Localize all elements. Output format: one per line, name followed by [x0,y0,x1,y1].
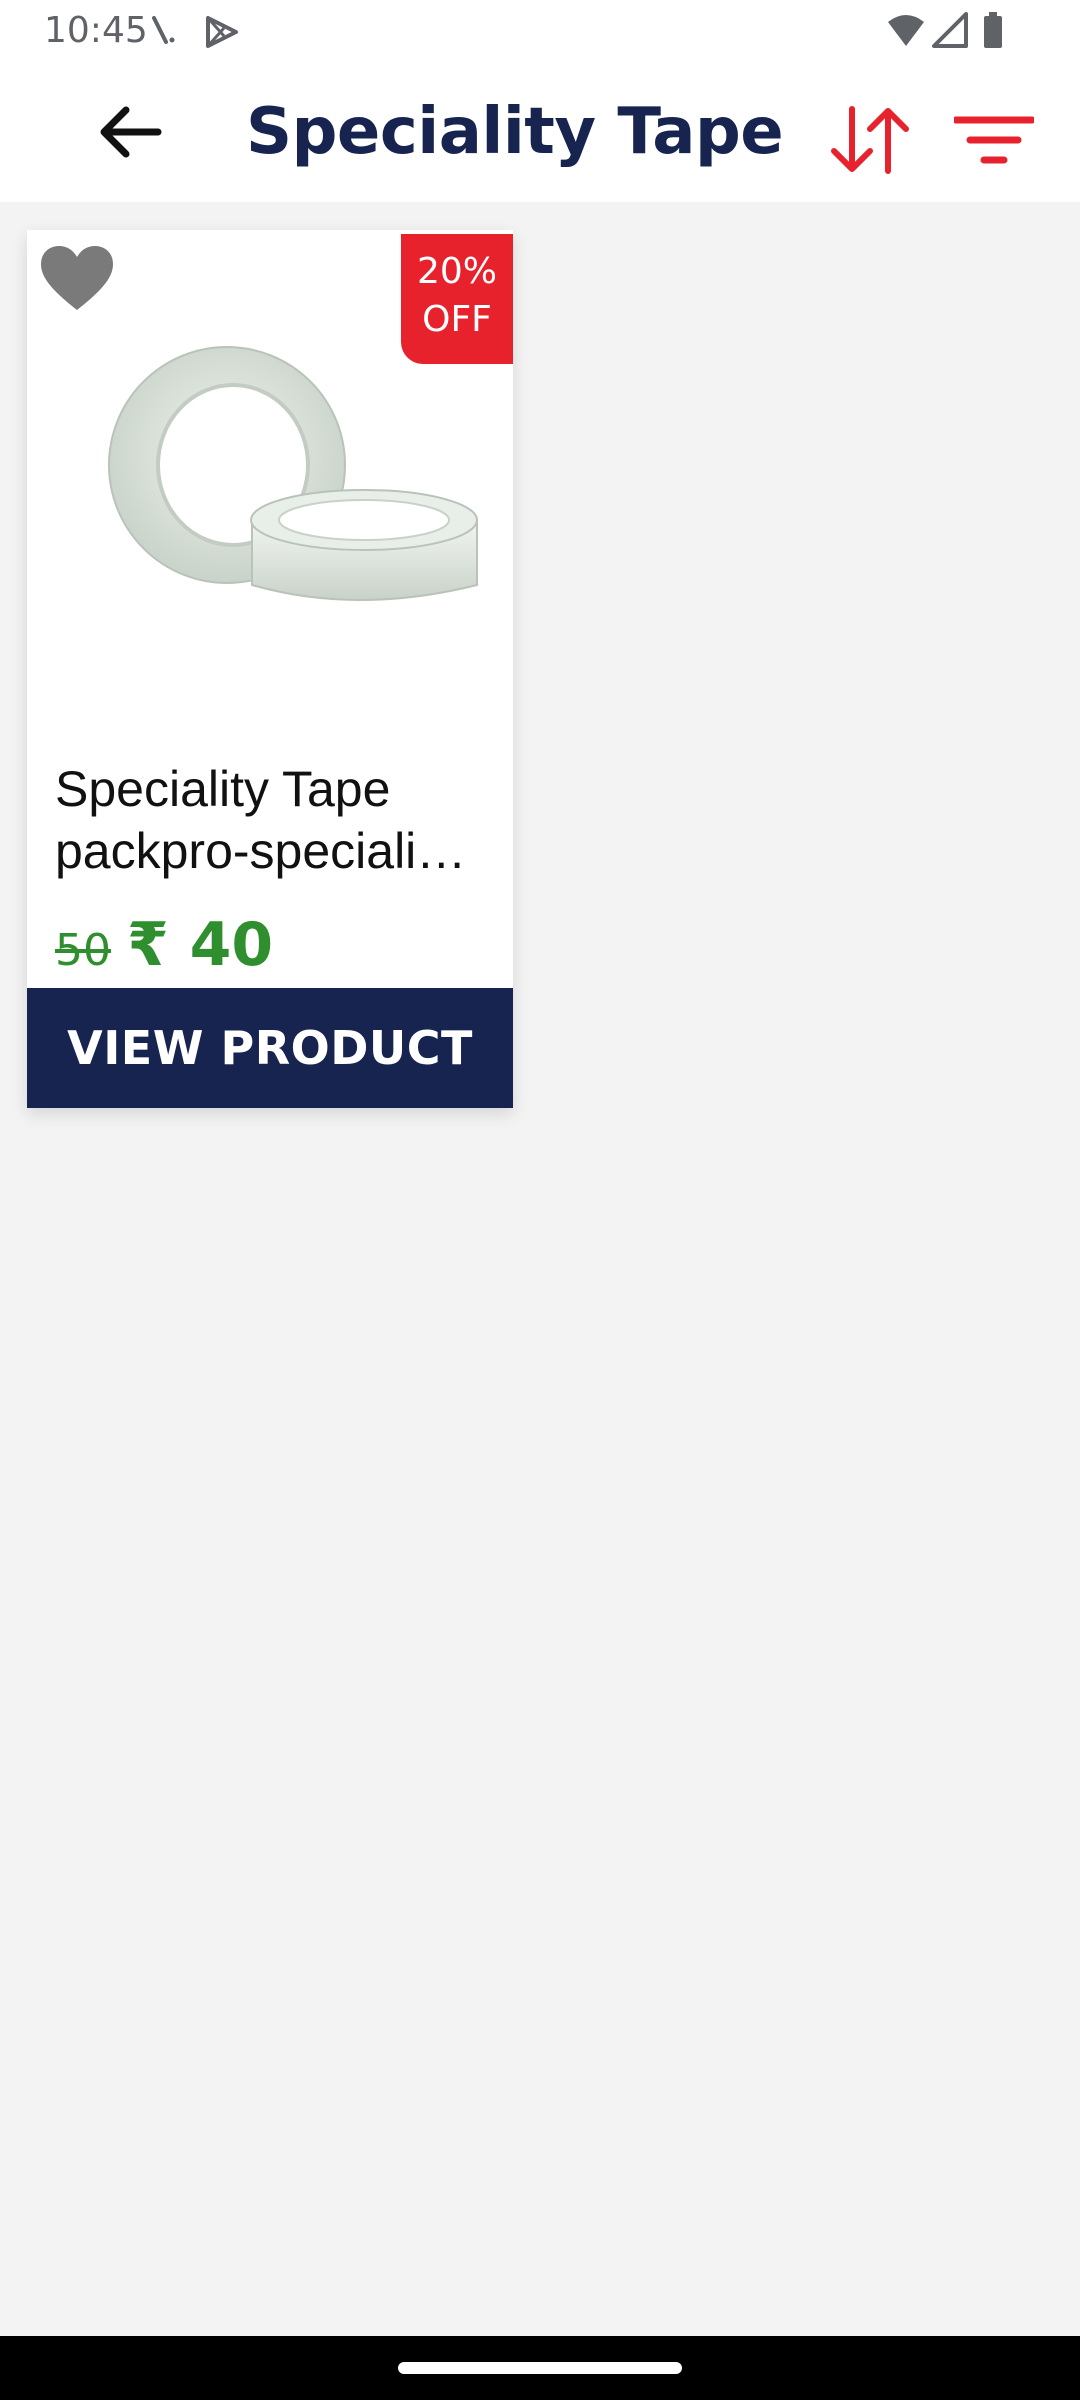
status-time: 10:45 [44,10,148,51]
sort-arrows-icon [831,106,909,174]
new-price: ₹ 40 [127,910,274,980]
price-row: 50 ₹ 40 [55,910,273,980]
navigation-bar [0,2336,1080,2400]
status-right-icons [888,12,1002,48]
product-name-line2: packpro-speciali… [55,823,467,879]
back-button[interactable] [90,102,170,162]
old-price: 50 [55,925,111,976]
sort-button[interactable] [828,98,912,182]
missed-call-icon [152,16,175,44]
filter-button[interactable] [952,98,1036,182]
arrow-left-icon [100,106,162,158]
product-name: Speciality Tape packpro-speciali… [55,758,495,882]
home-gesture-handle[interactable] [398,2362,682,2374]
discount-off-label: OFF [422,299,492,340]
tape-rolls-image [108,346,478,601]
discount-percent: 20% [416,251,497,292]
play-store-icon [206,16,238,48]
page-title: Speciality Tape [246,95,784,169]
view-product-button[interactable]: VIEW PRODUCT [27,988,513,1108]
heart-icon[interactable] [39,244,115,314]
product-card[interactable]: 20% OFF Speciality Tape packpro-speciali… [27,230,513,1108]
wifi-icon [888,15,924,46]
filter-icon [954,116,1034,164]
status-bar: 10:45 [0,0,1080,62]
signal-icon [932,12,968,48]
app-bar: Speciality Tape [0,62,1080,202]
battery-icon [984,16,1002,48]
product-name-line1: Speciality Tape [55,761,391,817]
status-left-icons [152,16,238,48]
